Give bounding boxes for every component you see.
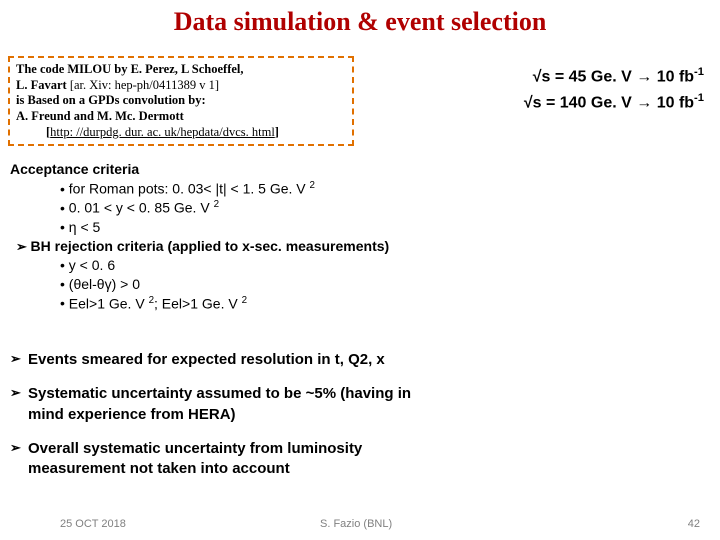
footer-page-number: 42 <box>688 518 700 530</box>
energy1-rhs: 10 fb <box>652 68 694 85</box>
code-line3: is Based on a GPDs convolution by: <box>16 93 206 107</box>
code-link[interactable]: http: //durpdg. dur. ac. uk/hepdata/dvcs… <box>50 125 275 139</box>
criteria-item: (θel-θγ) > 0 <box>10 275 389 294</box>
criteria-item: y < 0. 6 <box>10 256 389 275</box>
slide-title: Data simulation & event selection <box>174 7 547 37</box>
arrow-icon: → <box>636 94 652 111</box>
energy1-lhs: √s = 45 Ge. V <box>533 68 637 85</box>
code-attribution-box: The code MILOU by E. Perez, L Schoeffel,… <box>8 56 354 146</box>
title-cover: Data simulation & event selection <box>0 0 720 44</box>
code-line1: The code MILOU by E. Perez, L Schoeffel, <box>16 62 244 76</box>
energy2-rhs: 10 fb <box>652 94 694 111</box>
criteria-item: 0. 01 < y < 0. 85 Ge. V 2 <box>10 198 389 218</box>
footer-author: S. Fazio (BNL) <box>320 518 392 530</box>
footer-date: 25 OCT 2018 <box>60 518 126 530</box>
acceptance-heading: Acceptance criteria <box>10 160 389 179</box>
energy2-lhs: √s = 140 Ge. V <box>524 94 636 111</box>
code-line2b: [ar. Xiv: hep-ph/0411389 v 1] <box>70 78 219 92</box>
criteria-item: η < 5 <box>10 218 389 237</box>
bullet-systematic: Systematic uncertainty assumed to be ~5%… <box>10 384 450 425</box>
arrow-icon: → <box>636 68 652 85</box>
code-line4: A. Freund and M. Mc. Dermott <box>16 109 184 123</box>
code-line2a: L. Favart <box>16 78 70 92</box>
bullet-smearing: Events smeared for expected resolution i… <box>10 350 450 370</box>
code-line5c: ] <box>275 125 279 139</box>
energy-line-2: √s = 140 Ge. V → 10 fb-1 <box>524 92 704 112</box>
bullet-luminosity: Overall systematic uncertainty from lumi… <box>10 439 450 480</box>
bottom-bullets: Events smeared for expected resolution i… <box>10 350 450 493</box>
criteria-block: Acceptance criteria for Roman pots: 0. 0… <box>10 160 389 313</box>
criteria-item: Eel>1 Ge. V 2; Eel>1 Ge. V 2 <box>10 294 389 314</box>
bh-heading: BH rejection criteria (applied to x-sec.… <box>10 237 389 256</box>
criteria-item: for Roman pots: 0. 03< |t| < 1. 5 Ge. V … <box>10 179 389 199</box>
energy-line-1: √s = 45 Ge. V → 10 fb-1 <box>533 66 704 86</box>
